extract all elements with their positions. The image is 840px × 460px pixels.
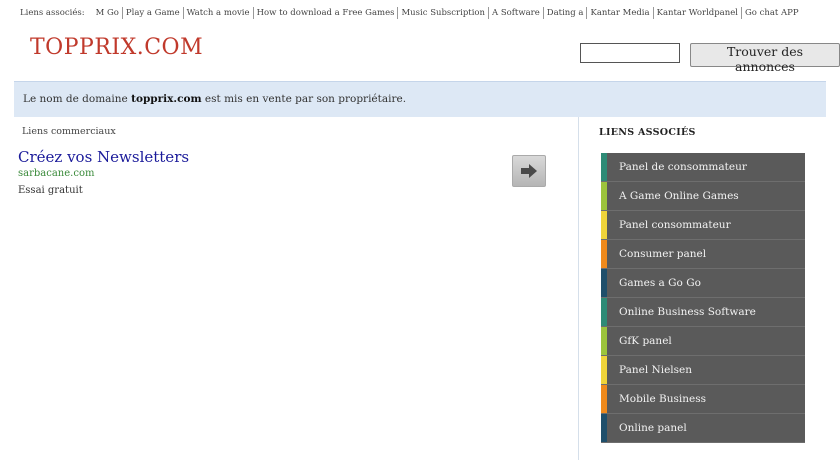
color-bar <box>601 182 607 210</box>
related-link-label: Mobile Business <box>619 393 707 405</box>
related-link-label: Panel Nielsen <box>619 364 693 376</box>
related-link-label: Panel consommateur <box>619 219 731 231</box>
top-link-dating[interactable]: Dating a <box>542 7 587 19</box>
notice-text-after: est mis en vente par son propriétaire. <box>201 93 407 105</box>
commercial-links-section: Liens commerciaux Créez vos Newsletters … <box>14 117 578 460</box>
top-link-download-free-games[interactable]: How to download a Free Games <box>252 7 398 19</box>
related-link-item[interactable]: A Game Online Games <box>601 182 805 211</box>
color-bar <box>601 298 607 326</box>
color-bar <box>601 414 607 442</box>
search-button[interactable]: Trouver des annonces <box>690 43 840 74</box>
related-links-list: Panel de consommateur A Game Online Games… <box>601 153 805 443</box>
notice-domain: topprix.com <box>131 93 202 105</box>
color-bar <box>601 327 607 355</box>
related-link-label: Consumer panel <box>619 248 707 260</box>
top-links-bar: Liens associés: M Go Play a Game Watch a… <box>20 7 802 19</box>
arrow-right-icon <box>521 164 537 178</box>
related-link-item[interactable]: Mobile Business <box>601 385 805 414</box>
search-input[interactable] <box>580 43 680 63</box>
related-link-label: GfK panel <box>619 335 672 347</box>
color-bar <box>601 269 607 297</box>
related-link-item[interactable]: Online Business Software <box>601 298 805 327</box>
site-logo[interactable]: TOPPRIX.COM <box>30 35 203 60</box>
top-link-kantar-media[interactable]: Kantar Media <box>586 7 652 19</box>
related-link-label: Online panel <box>619 422 687 434</box>
top-links-label: Liens associés: <box>20 8 85 18</box>
ad-title-link[interactable]: Créez vos Newsletters <box>18 148 189 166</box>
related-link-item[interactable]: Consumer panel <box>601 240 805 269</box>
top-link-a-software[interactable]: A Software <box>488 7 543 19</box>
related-link-item[interactable]: GfK panel <box>601 327 805 356</box>
related-link-item[interactable]: Panel Nielsen <box>601 356 805 385</box>
top-link-play-a-game[interactable]: Play a Game <box>121 7 183 19</box>
top-link-watch-a-movie[interactable]: Watch a movie <box>182 7 253 19</box>
related-link-label: Online Business Software <box>619 306 756 318</box>
color-bar <box>601 385 607 413</box>
color-bar <box>601 153 607 181</box>
domain-sale-notice: Le nom de domaine topprix.com est mis en… <box>14 81 826 117</box>
notice-text-before: Le nom de domaine <box>23 93 132 105</box>
ad-go-button[interactable] <box>512 155 546 187</box>
related-link-item[interactable]: Games a Go Go <box>601 269 805 298</box>
related-links-title: LIENS ASSOCIÉS <box>599 127 696 138</box>
search-form: Trouver des annonces <box>580 43 840 74</box>
ad-url[interactable]: sarbacane.com <box>18 168 94 179</box>
related-link-item[interactable]: Panel de consommateur <box>601 153 805 182</box>
top-link-music-subscription[interactable]: Music Subscription <box>397 7 488 19</box>
related-link-label: Games a Go Go <box>619 277 701 289</box>
color-bar <box>601 240 607 268</box>
color-bar <box>601 356 607 384</box>
related-link-item[interactable]: Online panel <box>601 414 805 443</box>
ad-description: Essai gratuit <box>18 185 83 196</box>
related-link-item[interactable]: Panel consommateur <box>601 211 805 240</box>
related-link-label: Panel de consommateur <box>619 161 747 173</box>
commercial-links-title: Liens commerciaux <box>22 126 116 137</box>
top-link-m-go[interactable]: M Go <box>93 7 122 19</box>
related-link-label: A Game Online Games <box>619 190 739 202</box>
color-bar <box>601 211 607 239</box>
related-links-sidebar: LIENS ASSOCIÉS Panel de consommateur A Ga… <box>578 117 826 460</box>
top-link-kantar-worldpanel[interactable]: Kantar Worldpanel <box>652 7 741 19</box>
top-link-go-chat-app[interactable]: Go chat APP <box>740 7 802 19</box>
